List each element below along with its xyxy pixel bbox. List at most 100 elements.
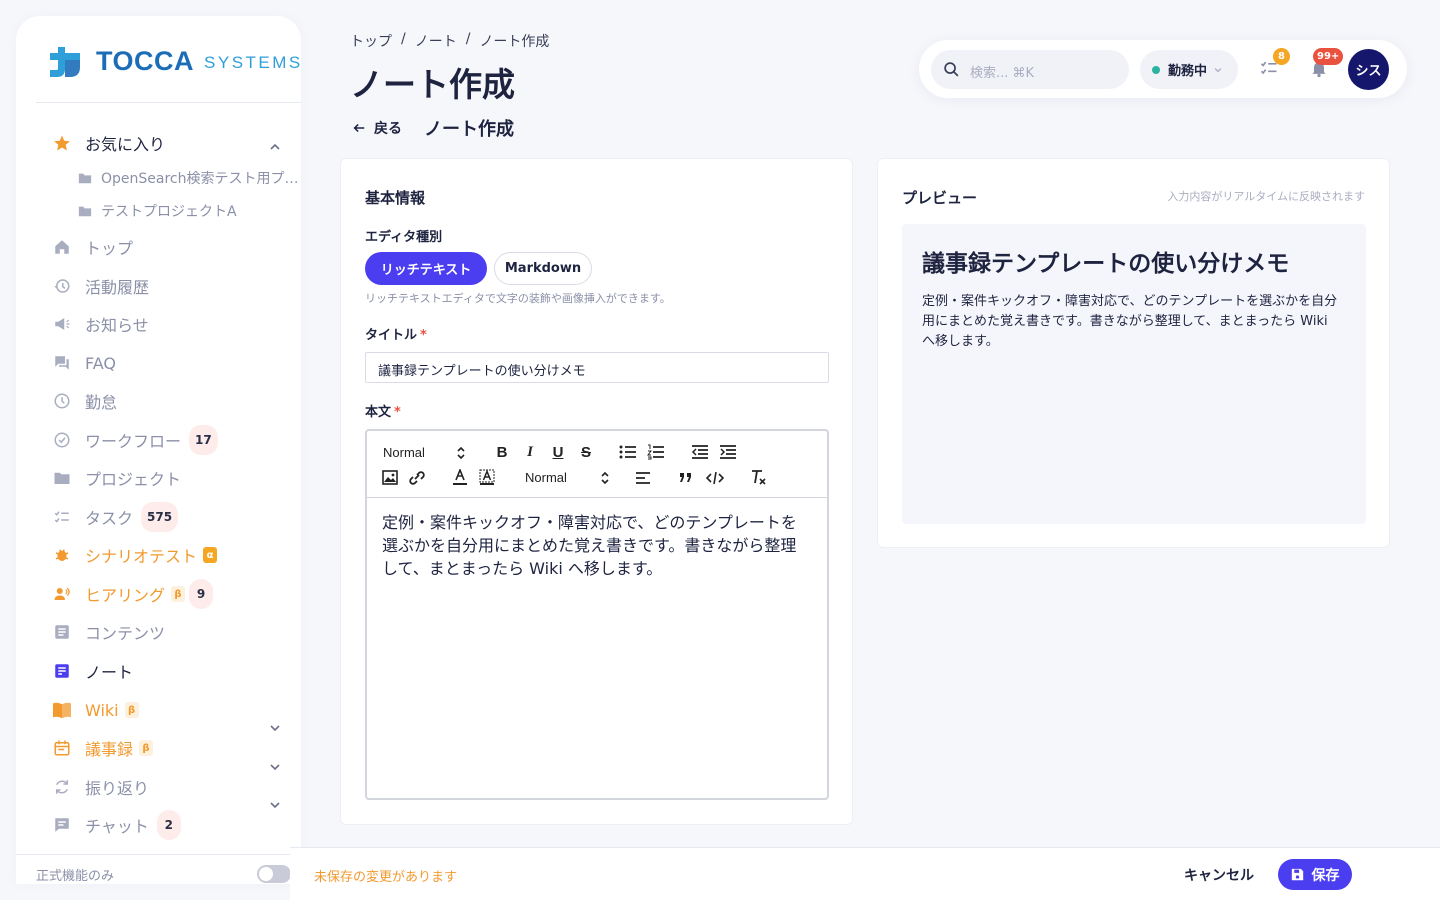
logo[interactable]: TOCCA SYSTEMS: [48, 43, 303, 79]
blockquote-icon[interactable]: [678, 471, 694, 485]
breadcrumb-separator: /: [465, 31, 471, 47]
faq-icon: [52, 353, 72, 373]
status-dot: [1152, 65, 1160, 74]
count-badge: 575: [141, 502, 179, 532]
favorite-item[interactable]: テストプロジェクトA: [78, 200, 237, 222]
breadcrumb-link[interactable]: トップ: [350, 31, 392, 51]
document-icon: [52, 622, 72, 642]
chevron-down-icon[interactable]: [268, 721, 282, 735]
beta-badge: β: [171, 586, 186, 602]
save-icon: [1291, 868, 1303, 881]
beta-badge: β: [139, 740, 154, 756]
sidebar-item-retrospective[interactable]: 振り返り: [52, 772, 149, 802]
sidebar-item-minutes[interactable]: 議事録 β: [52, 733, 154, 763]
sidebar-item-attendance[interactable]: 勤怠: [52, 386, 117, 416]
bullet-list-icon[interactable]: [619, 444, 637, 460]
sidebar-item-label: お知らせ: [85, 316, 149, 335]
save-button[interactable]: 保存: [1278, 859, 1352, 890]
megaphone-icon: [52, 314, 72, 334]
strike-button[interactable]: S: [577, 443, 595, 461]
body-label: 本文 *: [365, 401, 401, 420]
book-icon: [52, 700, 72, 720]
editor-type-richtext-button[interactable]: リッチテキスト: [365, 252, 487, 285]
action-bar: 未保存の変更があります キャンセル 保存: [290, 847, 1440, 900]
sidebar-item-label: 活動履歴: [85, 278, 150, 297]
body-label-text: 本文: [365, 405, 392, 420]
arrow-left-icon: [353, 123, 365, 133]
home-icon: [52, 237, 72, 257]
divider: [36, 102, 301, 103]
chevron-down-icon[interactable]: [268, 760, 282, 774]
select-arrows-icon: [601, 471, 609, 485]
alpha-badge: α: [203, 547, 218, 563]
preview-heading: プレビュー: [902, 189, 978, 207]
refresh-icon: [52, 777, 72, 797]
title-input[interactable]: 議事録テンプレートの使い分けメモ: [365, 352, 829, 383]
sidebar-item-label: 議事録: [85, 740, 134, 759]
cancel-button[interactable]: キャンセル: [1184, 865, 1254, 885]
preview-note: 入力内容がリアルタイムに反映されます: [1167, 190, 1365, 203]
avatar[interactable]: シス: [1348, 49, 1389, 90]
sidebar-item-label: FAQ: [85, 353, 116, 373]
italic-button[interactable]: I: [521, 443, 539, 461]
link-icon[interactable]: [408, 470, 426, 486]
notification-badge: 99+: [1313, 48, 1344, 65]
outdent-icon[interactable]: [691, 444, 709, 460]
editor-hint: リッチテキストエディタで文字の装飾や画像挿入ができます。: [365, 292, 671, 305]
sidebar-item-project[interactable]: プロジェクト: [52, 463, 181, 493]
required-mark: *: [420, 328, 427, 343]
highlight-icon[interactable]: [479, 469, 495, 486]
sidebar-item-scenario-test[interactable]: シナリオテスト α: [52, 540, 218, 570]
sidebar-item-tasks[interactable]: タスク 575: [52, 502, 179, 532]
logo-mark-icon: [48, 43, 82, 79]
work-status-dropdown[interactable]: 勤務中: [1140, 50, 1238, 89]
required-mark: *: [394, 405, 401, 420]
indent-icon[interactable]: [719, 444, 737, 460]
breadcrumb-link[interactable]: ノート: [415, 31, 457, 51]
clock-icon: [52, 391, 72, 411]
clear-format-icon[interactable]: [750, 469, 768, 486]
code-block-icon[interactable]: [706, 471, 724, 485]
size-select-value: Normal: [525, 470, 567, 485]
star-icon: [52, 133, 72, 153]
chevron-down-icon: [1214, 67, 1222, 72]
size-select[interactable]: Normal: [525, 470, 609, 485]
search-input[interactable]: 検索... ⌘K: [931, 50, 1129, 89]
sidebar-item-hearing[interactable]: ヒアリング β 9: [52, 579, 214, 609]
favorite-item[interactable]: OpenSearch検索テスト用プ…: [78, 167, 299, 189]
editor-content[interactable]: 定例・案件キックオフ・障害対応で、どのテンプレートを選ぶかを自分用にまとめた覚え…: [382, 511, 812, 580]
breadcrumb: トップ / ノート / ノート作成: [350, 31, 549, 51]
rich-text-editor: Normal B I U S Normal 定例・案件キックオフ・障害対応で、ど…: [365, 429, 829, 800]
chat-icon: [52, 815, 72, 835]
back-label: 戻る: [374, 121, 402, 137]
sidebar-item-news[interactable]: お知らせ: [52, 309, 149, 339]
section-title: ノート作成: [424, 119, 514, 140]
ordered-list-icon[interactable]: [647, 444, 665, 460]
select-arrows-icon: [457, 446, 465, 460]
chevron-down-icon[interactable]: [268, 798, 282, 812]
back-button[interactable]: 戻る: [352, 118, 402, 138]
sidebar-item-favorites[interactable]: お気に入り: [52, 128, 165, 158]
bold-button[interactable]: B: [493, 443, 511, 461]
image-icon[interactable]: [382, 470, 398, 485]
sidebar-item-note[interactable]: ノート: [52, 656, 133, 686]
sidebar-item-faq[interactable]: FAQ: [52, 348, 116, 378]
sidebar-item-top[interactable]: トップ: [52, 232, 133, 262]
sidebar: TOCCA SYSTEMS お気に入り OpenSearch検索テスト用プ… テ…: [16, 16, 301, 884]
align-icon[interactable]: [635, 471, 651, 485]
text-color-icon[interactable]: [452, 469, 468, 486]
sidebar-item-workflow[interactable]: ワークフロー 17: [52, 425, 218, 455]
breadcrumb-separator: /: [401, 31, 406, 47]
sidebar-item-chat[interactable]: チャット 2: [52, 810, 181, 840]
sidebar-item-wiki[interactable]: Wiki β: [52, 695, 139, 725]
preview-content: 議事録テンプレートの使い分けメモ 定例・案件キックオフ・障害対応で、どのテンプレ…: [902, 224, 1366, 524]
sidebar-item-contents[interactable]: コンテンツ: [52, 617, 165, 647]
breadcrumb-current: ノート作成: [479, 34, 550, 50]
official-only-toggle[interactable]: [257, 865, 291, 883]
header-select[interactable]: Normal: [383, 445, 465, 460]
underline-button[interactable]: U: [549, 443, 567, 461]
people-icon: [52, 584, 72, 604]
sidebar-item-activity[interactable]: 活動履歴: [52, 271, 149, 301]
editor-type-markdown-button[interactable]: Markdown: [494, 252, 592, 285]
chevron-up-icon[interactable]: [268, 140, 282, 154]
